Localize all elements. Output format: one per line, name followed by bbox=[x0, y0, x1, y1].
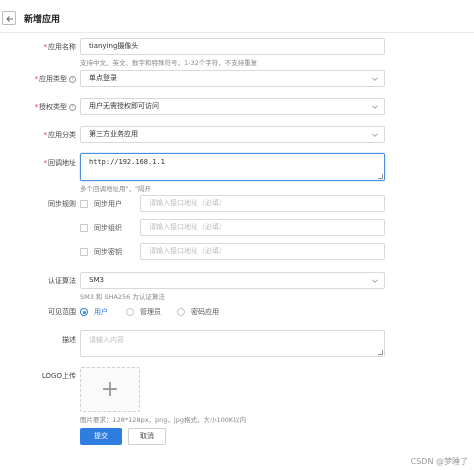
chevron-down-icon bbox=[372, 105, 378, 109]
sync-org-label: 同步组织 bbox=[94, 224, 122, 232]
required-mark: * bbox=[34, 75, 39, 83]
sync-org-url-input[interactable]: 请输入接口地址（必填） bbox=[140, 219, 385, 236]
app-category-label: *应用分类 bbox=[43, 131, 77, 139]
app-name-input[interactable]: tianying摄像头 bbox=[80, 38, 385, 55]
required-mark: * bbox=[43, 43, 48, 51]
app-category-select[interactable]: 第三方业务应用 bbox=[80, 126, 385, 143]
auth-type-label: *授权类型? bbox=[0, 102, 76, 112]
visibility-option-user[interactable]: 用户 bbox=[94, 307, 108, 317]
app-category-value: 第三方业务应用 bbox=[89, 130, 138, 138]
visibility-option-admin[interactable]: 管理员 bbox=[140, 307, 161, 317]
chevron-down-icon bbox=[372, 279, 378, 283]
logo-upload-area[interactable]: + bbox=[80, 367, 140, 412]
sync-users-checkbox[interactable] bbox=[80, 200, 88, 208]
sync-users-label: 同步用户 bbox=[94, 200, 122, 208]
app-type-value: 单点登录 bbox=[89, 74, 117, 82]
chevron-down-icon bbox=[372, 77, 378, 81]
description-textarea[interactable]: 请输入内容 bbox=[80, 330, 385, 357]
required-mark: * bbox=[43, 159, 48, 167]
visibility-radio-user[interactable] bbox=[80, 308, 88, 316]
info-icon[interactable]: ? bbox=[69, 103, 76, 111]
placeholder-text: 请输入接口地址（必填） bbox=[149, 247, 226, 255]
logo-upload-label: LOGO上传 bbox=[41, 372, 76, 380]
sync-key-label: 同步密钥 bbox=[94, 248, 122, 256]
info-icon[interactable]: ? bbox=[69, 75, 76, 83]
auth-type-select[interactable]: 用户无需授权即可访问 bbox=[80, 98, 385, 115]
visibility-option-crypto-app[interactable]: 密码应用 bbox=[191, 307, 219, 317]
app-type-select[interactable]: 单点登录 bbox=[80, 70, 385, 87]
callback-url-input[interactable]: http://192.168.1.1 bbox=[80, 153, 385, 181]
chevron-down-icon bbox=[372, 133, 378, 137]
resize-handle[interactable] bbox=[378, 350, 383, 355]
auth-algorithm-help: SM3 和 SHA256 为认证算法 bbox=[80, 293, 165, 301]
placeholder-text: 请输入内容 bbox=[89, 336, 124, 344]
back-button[interactable] bbox=[2, 11, 16, 25]
cancel-button[interactable]: 取消 bbox=[128, 428, 166, 445]
plus-icon: + bbox=[100, 376, 120, 402]
visibility-label: 可见范围 bbox=[48, 308, 76, 316]
page-title: 新增应用 bbox=[24, 15, 61, 25]
visibility-radio-crypto-app[interactable] bbox=[177, 308, 185, 316]
auth-algorithm-select[interactable]: SM3 bbox=[80, 272, 385, 289]
app-type-label: *应用类型? bbox=[0, 74, 76, 84]
submit-button[interactable]: 提交 bbox=[80, 428, 122, 445]
sync-rules-label: 同步规则 bbox=[48, 200, 76, 208]
required-mark: * bbox=[43, 131, 48, 139]
app-name-help: 支持中文、英文、数字和特殊符号，1-32个字符，不支持重复 bbox=[80, 59, 258, 67]
required-mark: * bbox=[34, 103, 39, 111]
auth-algorithm-label: 认证算法 bbox=[48, 277, 76, 285]
auth-type-value: 用户无需授权即可访问 bbox=[89, 102, 159, 110]
auth-algorithm-value: SM3 bbox=[89, 276, 104, 284]
resize-handle[interactable] bbox=[378, 174, 383, 179]
callback-url-help: 多个回调地址用"，"隔开 bbox=[80, 185, 151, 193]
logo-help: 图片要求：128*128px，png，jpg格式，大小100K以内 bbox=[80, 416, 247, 424]
placeholder-text: 请输入接口地址（必填） bbox=[149, 223, 226, 231]
sync-key-url-input[interactable]: 请输入接口地址（必填） bbox=[140, 243, 385, 260]
arrow-left-icon bbox=[6, 16, 13, 22]
sync-users-url-input[interactable]: 请输入接口地址（必填） bbox=[140, 195, 385, 212]
app-name-label: *应用名称 bbox=[43, 43, 77, 51]
page-header: 新增应用 bbox=[0, 0, 474, 33]
callback-url-value: http://192.168.1.1 bbox=[89, 158, 165, 166]
watermark: CSDN @梦睡了 bbox=[410, 457, 468, 466]
description-label: 描述 bbox=[62, 336, 76, 344]
sync-key-checkbox[interactable] bbox=[80, 248, 88, 256]
callback-url-label: *回调地址 bbox=[43, 159, 77, 167]
visibility-radio-admin[interactable] bbox=[126, 308, 134, 316]
sync-org-checkbox[interactable] bbox=[80, 224, 88, 232]
placeholder-text: 请输入接口地址（必填） bbox=[149, 199, 226, 207]
